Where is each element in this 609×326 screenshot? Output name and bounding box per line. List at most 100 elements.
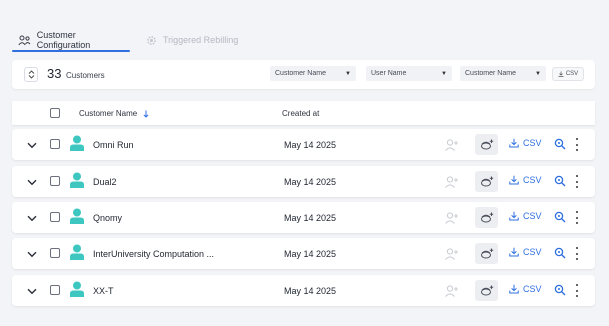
billing-settings-button[interactable] [475,171,498,192]
created-date: May 14 2025 [284,286,337,296]
download-icon [558,71,564,77]
row-csv-button[interactable]: CSV [509,211,542,221]
add-user-button[interactable] [444,283,460,299]
avatar-icon [70,172,84,188]
more-options-icon[interactable] [574,284,580,297]
row-csv-button[interactable]: CSV [509,138,542,148]
customer-name: Qnomy [93,213,123,223]
customer-count: 33 [47,66,62,81]
caret-down-icon: ▼ [345,70,351,77]
table-row: Dual2 May 14 2025 CSV [12,166,595,197]
tab-triggered-rebilling[interactable]: Triggered Rebilling [144,30,238,50]
sort-button[interactable] [24,67,38,82]
table-row: Qnomy May 14 2025 CSV [12,202,595,233]
search-icon[interactable] [554,247,566,259]
customer-count-label: Customers [66,71,105,80]
tab-customer-configuration[interactable]: Customer Configuration [12,30,130,52]
arrow-down-icon [143,110,149,118]
billing-icon [480,248,493,258]
avatar-icon [70,135,84,151]
column-header-label: Customer Name [79,109,138,118]
users-gear-icon [18,34,32,46]
avatar-icon [70,244,84,260]
created-date: May 14 2025 [284,140,337,150]
csv-label: CSV [565,71,579,77]
search-icon[interactable] [554,138,566,150]
select-all-checkbox[interactable] [50,108,60,118]
billing-icon [480,176,493,186]
tab-bar: Customer Configuration Triggered Rebilli… [12,30,602,52]
expand-chevron-icon[interactable] [26,248,38,260]
row-csv-button[interactable]: CSV [509,247,542,257]
row-csv-button[interactable]: CSV [509,175,542,185]
expand-chevron-icon[interactable] [26,285,38,297]
column-header-customer-name[interactable]: Customer Name [79,109,149,118]
add-user-icon [445,139,458,151]
expand-chevron-icon[interactable] [26,212,38,224]
csv-label: CSV [523,211,542,221]
customer-name-filter[interactable]: Customer Name ▼ [270,66,356,81]
avatar-icon [70,281,84,297]
billing-settings-button[interactable] [475,207,498,228]
customer-name: Dual2 [93,177,117,187]
add-user-icon [445,248,458,260]
add-user-icon [445,212,458,224]
customer-name: InterUniversity Computation ... [93,249,215,259]
download-icon [509,247,519,257]
row-csv-button[interactable]: CSV [509,284,542,294]
more-options-icon[interactable] [574,175,580,188]
row-checkbox[interactable] [50,139,60,149]
download-icon [509,284,519,294]
billing-settings-button[interactable] [475,134,498,155]
customer-name-filter-2[interactable]: Customer Name ▼ [460,66,546,81]
filter-label: Customer Name [465,70,516,77]
created-date: May 14 2025 [284,249,337,259]
avatar-icon [70,208,84,224]
billing-icon [480,285,493,295]
table-header: Customer Name Created at [12,101,595,125]
more-options-icon[interactable] [574,138,580,151]
row-checkbox[interactable] [50,285,60,295]
tab-label: Triggered Rebilling [163,35,239,45]
sort-icon [28,70,34,79]
add-user-button[interactable] [444,174,460,190]
filter-label: User Name [371,70,407,77]
gear-icon [144,34,158,46]
csv-label: CSV [523,247,542,257]
download-icon [509,175,519,185]
add-user-icon [445,285,458,297]
table-row: Omni Run May 14 2025 CSV [12,129,595,160]
table-row: InterUniversity Computation ... May 14 2… [12,238,595,269]
filter-label: Customer Name [275,70,326,77]
row-checkbox[interactable] [50,176,60,186]
export-csv-button[interactable]: CSV [552,67,584,81]
more-options-icon[interactable] [574,247,580,260]
column-header-created-at: Created at [282,109,320,118]
billing-settings-button[interactable] [475,280,498,301]
billing-icon [480,139,493,149]
search-icon[interactable] [554,175,566,187]
expand-chevron-icon[interactable] [26,176,38,188]
toolbar: 33 Customers Customer Name ▼ User Name ▼… [12,60,595,89]
more-options-icon[interactable] [574,211,580,224]
search-icon[interactable] [554,284,566,296]
row-checkbox[interactable] [50,212,60,222]
csv-label: CSV [523,284,542,294]
customer-name: XX-T [93,286,114,296]
billing-settings-button[interactable] [475,243,498,264]
search-icon[interactable] [554,211,566,223]
expand-chevron-icon[interactable] [26,139,38,151]
csv-label: CSV [523,175,542,185]
customer-name: Omni Run [93,140,134,150]
add-user-button[interactable] [444,137,460,153]
add-user-button[interactable] [444,210,460,226]
download-icon [509,138,519,148]
caret-down-icon: ▼ [441,70,447,77]
csv-label: CSV [523,138,542,148]
row-checkbox[interactable] [50,248,60,258]
tab-label: Customer Configuration [36,30,91,50]
add-user-icon [445,176,458,188]
add-user-button[interactable] [444,246,460,262]
created-date: May 14 2025 [284,213,337,223]
user-name-filter[interactable]: User Name ▼ [366,66,452,81]
